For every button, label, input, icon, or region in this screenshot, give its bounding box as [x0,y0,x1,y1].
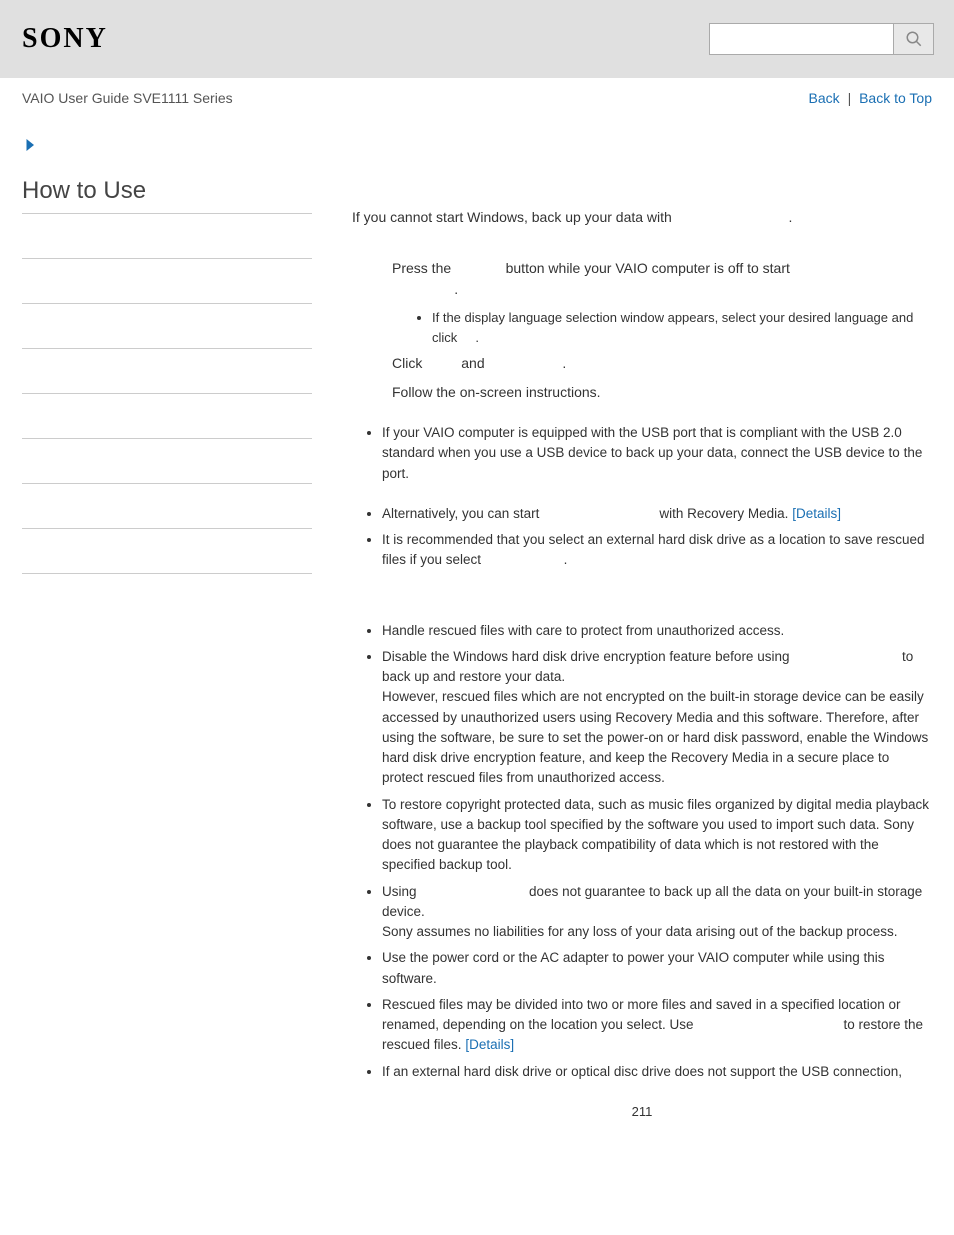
step-3: Follow the on-screen instructions. [392,382,932,403]
bullet-list-b: Alternatively, you can start with Recove… [372,504,932,571]
page-number: 211 [352,1102,932,1122]
sidebar-title: How to Use [22,177,312,214]
nav-links: Back | Back to Top [809,90,932,106]
sidebar-item[interactable] [22,304,312,349]
header-bar: SONY [0,0,954,78]
chevron-row [0,106,954,157]
list-item: Rescued files may be divided into two or… [382,995,932,1056]
chevron-right-icon [22,136,40,154]
list-item: If your VAIO computer is equipped with t… [382,423,932,484]
search-input[interactable] [709,23,894,55]
sidebar: How to Use [22,177,332,1121]
content-wrap: How to Use If you cannot start Windows, … [0,157,954,1121]
list-item: It is recommended that you select an ext… [382,530,932,571]
step-1: Press the button while your VAIO compute… [392,258,932,300]
sidebar-item[interactable] [22,349,312,394]
back-link[interactable]: Back [809,90,840,106]
list-item: To restore copyright protected data, suc… [382,795,932,876]
search-button[interactable] [894,23,934,55]
list-item: Using does not guarantee to back up all … [382,882,932,943]
search-icon [905,30,923,48]
sidebar-item[interactable] [22,259,312,304]
list-item: If an external hard disk drive or optica… [382,1062,932,1082]
notes-list: Handle rescued files with care to protec… [372,621,932,1082]
list-item: Use the power cord or the AC adapter to … [382,948,932,989]
sub-bullet-1: If the display language selection window… [412,308,932,347]
step-block: Press the button while your VAIO compute… [392,258,932,403]
details-link[interactable]: [Details] [465,1037,514,1052]
main-content: If you cannot start Windows, back up you… [332,177,932,1121]
list-item: Alternatively, you can start with Recove… [382,504,932,524]
details-link[interactable]: [Details] [792,506,841,521]
list-item: Handle rescued files with care to protec… [382,621,932,641]
sub-item: If the display language selection window… [432,308,932,347]
sidebar-item[interactable] [22,439,312,484]
nav-separator: | [848,90,852,106]
back-to-top-link[interactable]: Back to Top [859,90,932,106]
bullet-list-a: If your VAIO computer is equipped with t… [372,423,932,484]
sidebar-item[interactable] [22,484,312,529]
sidebar-item[interactable] [22,529,312,574]
sidebar-item[interactable] [22,214,312,259]
breadcrumb-row: VAIO User Guide SVE1111 Series Back | Ba… [0,78,954,106]
intro-text: If you cannot start Windows, back up you… [352,207,932,228]
sony-logo: SONY [22,23,108,55]
guide-title: VAIO User Guide SVE1111 Series [22,90,233,106]
step-2: Click and . [392,353,932,374]
search-wrap [709,23,934,55]
sidebar-item[interactable] [22,394,312,439]
list-item: Disable the Windows hard disk drive encr… [382,647,932,789]
